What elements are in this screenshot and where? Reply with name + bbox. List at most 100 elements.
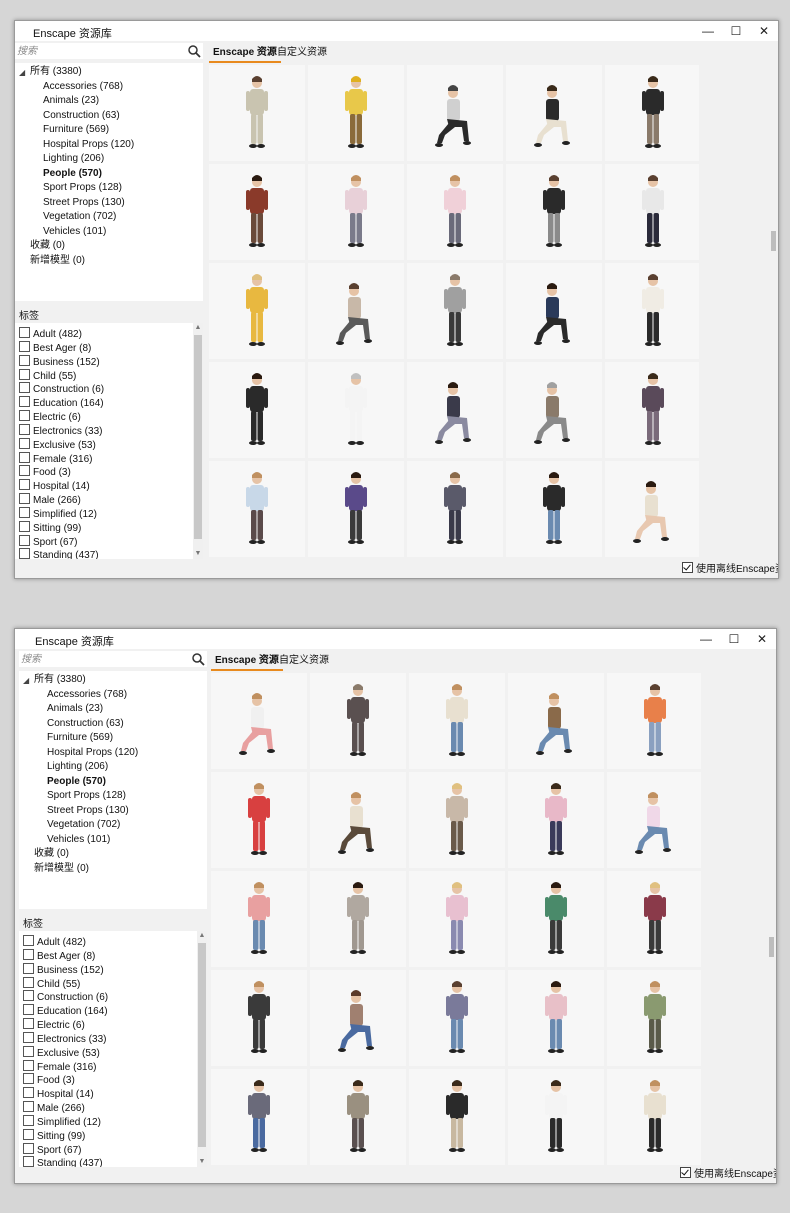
collapse-arrow-icon[interactable]: ◢ (23, 676, 29, 685)
asset-thumbnail[interactable] (310, 871, 406, 967)
tag-checkbox[interactable] (23, 963, 34, 974)
tag-hospital[interactable]: Hospital (14) (19, 479, 90, 492)
asset-thumbnail[interactable] (409, 970, 505, 1066)
asset-thumbnail[interactable] (310, 970, 406, 1066)
tree-item-accessories[interactable]: Accessories (768) (47, 688, 127, 702)
tree-item-furniture[interactable]: Furniture (569) (47, 731, 113, 745)
tag-checkbox[interactable] (19, 507, 30, 518)
grid-scroll-thumb[interactable] (771, 231, 776, 251)
asset-thumbnail[interactable] (508, 871, 604, 967)
asset-thumbnail[interactable] (607, 1069, 701, 1165)
tag-simplified[interactable]: Simplified (12) (23, 1115, 101, 1128)
tag-hospital[interactable]: Hospital (14) (23, 1087, 94, 1100)
tree-item-street-props[interactable]: Street Props (130) (47, 804, 129, 818)
asset-thumbnail[interactable] (508, 673, 604, 769)
tag-checkbox[interactable] (19, 493, 30, 504)
asset-thumbnail[interactable] (605, 362, 699, 458)
asset-thumbnail[interactable] (211, 772, 307, 868)
tag-best-ager[interactable]: Best Ager (8) (23, 949, 95, 962)
tree-item-construction[interactable]: Construction (63) (43, 109, 120, 123)
scroll-up-arrow-icon[interactable]: ▲ (193, 323, 203, 333)
tag-exclusive[interactable]: Exclusive (53) (23, 1046, 100, 1059)
asset-thumbnail[interactable] (607, 871, 701, 967)
tag-construction[interactable]: Construction (6) (23, 990, 108, 1003)
tag-checkbox[interactable] (19, 438, 30, 449)
asset-thumbnail[interactable] (607, 970, 701, 1066)
tag-electronics[interactable]: Electronics (33) (19, 424, 102, 437)
tag-checkbox[interactable] (19, 479, 30, 490)
tree-item-new-models[interactable]: 新增模型 (0) (34, 862, 89, 876)
tag-electronics[interactable]: Electronics (33) (23, 1032, 106, 1045)
tree-item-people[interactable]: People (570) (47, 775, 106, 789)
tag-male[interactable]: Male (266) (19, 493, 81, 506)
asset-thumbnail[interactable] (605, 65, 699, 161)
asset-thumbnail[interactable] (209, 362, 305, 458)
asset-thumbnail[interactable] (508, 1069, 604, 1165)
asset-thumbnail[interactable] (310, 1069, 406, 1165)
tag-business[interactable]: Business (152) (23, 963, 104, 976)
asset-thumbnail[interactable] (506, 461, 602, 557)
tree-item-vehicles[interactable]: Vehicles (101) (43, 225, 106, 239)
scroll-down-arrow-icon[interactable]: ▼ (193, 549, 203, 559)
tag-child[interactable]: Child (55) (19, 369, 76, 382)
asset-thumbnail[interactable] (409, 673, 505, 769)
tag-checkbox[interactable] (23, 1046, 34, 1057)
tag-checkbox[interactable] (23, 1018, 34, 1029)
asset-thumbnail[interactable] (506, 263, 602, 359)
asset-thumbnail[interactable] (605, 461, 699, 557)
tree-item-vehicles[interactable]: Vehicles (101) (47, 833, 110, 847)
asset-thumbnail[interactable] (605, 263, 699, 359)
tag-sport[interactable]: Sport (67) (23, 1143, 81, 1156)
tag-sitting[interactable]: Sitting (99) (23, 1129, 85, 1142)
tree-item-new-models[interactable]: 新增模型 (0) (30, 254, 85, 268)
tree-item-hospital-props[interactable]: Hospital Props (120) (43, 138, 134, 152)
asset-thumbnail[interactable] (310, 673, 406, 769)
asset-thumbnail[interactable] (209, 461, 305, 557)
asset-thumbnail[interactable] (607, 772, 701, 868)
tag-male[interactable]: Male (266) (23, 1101, 85, 1114)
tag-checkbox[interactable] (23, 1060, 34, 1071)
tree-item-sport-props[interactable]: Sport Props (128) (43, 181, 122, 195)
offline-assets-option[interactable]: 使用离线Enscape资源 (680, 1167, 776, 1181)
scroll-up-arrow-icon[interactable]: ▲ (197, 931, 207, 941)
tag-checkbox[interactable] (23, 949, 34, 960)
asset-thumbnail[interactable] (209, 65, 305, 161)
asset-thumbnail[interactable] (310, 772, 406, 868)
asset-thumbnail[interactable] (209, 263, 305, 359)
asset-thumbnail[interactable] (407, 164, 503, 260)
asset-thumbnail[interactable] (308, 164, 404, 260)
asset-thumbnail[interactable] (506, 65, 602, 161)
tag-checkbox[interactable] (19, 535, 30, 546)
close-button[interactable]: ✕ (748, 631, 776, 647)
tag-checkbox[interactable] (23, 1129, 34, 1140)
tag-female[interactable]: Female (316) (19, 452, 92, 465)
asset-thumbnail[interactable] (308, 263, 404, 359)
tree-item-lighting[interactable]: Lighting (206) (47, 760, 108, 774)
tree-item-furniture[interactable]: Furniture (569) (43, 123, 109, 137)
tag-checkbox[interactable] (19, 424, 30, 435)
tab-custom-assets[interactable]: 自定义资源 (273, 45, 331, 61)
tag-checkbox[interactable] (19, 465, 30, 476)
tag-checkbox[interactable] (23, 935, 34, 946)
tag-food[interactable]: Food (3) (19, 465, 71, 478)
tag-adult[interactable]: Adult (482) (23, 935, 86, 948)
tag-business[interactable]: Business (152) (19, 355, 100, 368)
asset-thumbnail[interactable] (607, 673, 701, 769)
asset-thumbnail[interactable] (211, 970, 307, 1066)
offline-assets-option[interactable]: 使用离线Enscape资源 (682, 562, 778, 576)
tag-sitting[interactable]: Sitting (99) (19, 521, 81, 534)
title-bar[interactable]: Enscape 资源库 — ☐ ✕ (15, 21, 778, 41)
scroll-thumb[interactable] (198, 943, 206, 1147)
tag-checkbox[interactable] (19, 396, 30, 407)
tag-child[interactable]: Child (55) (23, 977, 80, 990)
scroll-thumb[interactable] (194, 335, 202, 539)
collapse-arrow-icon[interactable]: ◢ (19, 68, 25, 77)
grid-scroll-thumb[interactable] (769, 937, 774, 957)
tree-item-accessories[interactable]: Accessories (768) (43, 80, 123, 94)
asset-thumbnail[interactable] (308, 65, 404, 161)
tags-scrollbar[interactable]: ▲ ▼ (197, 931, 207, 1167)
asset-thumbnail[interactable] (211, 871, 307, 967)
close-button[interactable]: ✕ (750, 23, 778, 39)
asset-thumbnail[interactable] (409, 871, 505, 967)
tree-item-all[interactable]: 所有 (3380) (30, 65, 82, 79)
